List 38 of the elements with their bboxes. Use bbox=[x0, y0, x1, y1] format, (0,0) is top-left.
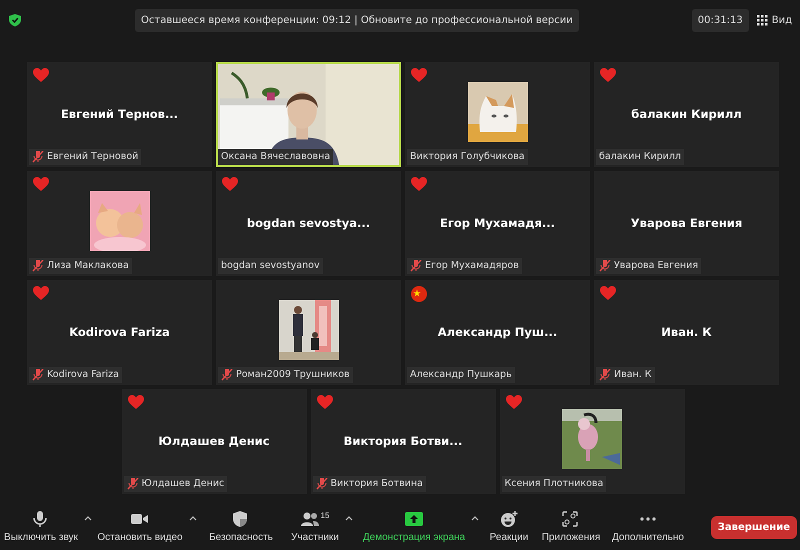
view-button[interactable]: Вид bbox=[756, 12, 792, 28]
name-label: bogdan sevostyanov bbox=[218, 258, 323, 274]
notice-banner: Оставшееся время конференции: 09:12 | Обновите до профессиональной версии bbox=[135, 8, 579, 32]
name-label: Виктория Ботвина bbox=[312, 476, 426, 492]
participant-count: 15 bbox=[320, 510, 330, 520]
name-label: Евгений Терновой bbox=[29, 148, 142, 165]
participant-name: Уварова Евгения bbox=[630, 214, 742, 232]
name-label: Уварова Евгения bbox=[596, 258, 702, 274]
name-label: балакин Кирилл bbox=[596, 148, 684, 165]
participant-name: Александр Пуш... bbox=[438, 324, 558, 341]
participant-name: Иван. К bbox=[661, 324, 712, 341]
name-label: Александр Пушкарь bbox=[407, 366, 515, 383]
participant-name: Kodirova Fariza bbox=[69, 324, 170, 341]
toolbar-button[interactable]: Приложения bbox=[542, 510, 600, 544]
name-label: Иван. К bbox=[596, 366, 655, 383]
participant-name: Евгений Тернов... bbox=[60, 106, 178, 123]
name-label: Оксана Вячеславовна bbox=[218, 148, 334, 165]
toolbar-button[interactable]: 15 Участники bbox=[291, 510, 339, 544]
name-label: Ксения Плотникова bbox=[502, 476, 606, 492]
toolbar-button[interactable]: Безопасность bbox=[209, 510, 273, 544]
toolbar-button[interactable]: Реакции bbox=[490, 510, 528, 544]
name-label: Егор Мухамадяров bbox=[407, 258, 522, 274]
participant-name: Юлдашев Денис bbox=[158, 432, 270, 450]
name-label: Kodirova Fariza bbox=[29, 366, 122, 383]
end-button[interactable]: Завершение bbox=[710, 516, 797, 539]
toolbar-button[interactable]: Остановить видео bbox=[97, 510, 183, 544]
name-label: Роман2009 Трушников bbox=[218, 366, 353, 383]
name-label: Лиза Маклакова bbox=[29, 258, 132, 274]
meeting-timer: 00:31:13 bbox=[692, 8, 749, 32]
participant-name: Егор Мухамадя... bbox=[440, 214, 556, 232]
name-label: Юлдашев Денис bbox=[124, 476, 228, 492]
name-label: Виктория Голубчикова bbox=[407, 148, 528, 165]
participant-name: балакин Кирилл bbox=[631, 106, 742, 123]
participant-name: bogdan sevostya... bbox=[246, 214, 370, 232]
toolbar-button[interactable]: Демонстрация экрана bbox=[362, 510, 466, 544]
toolbar-button[interactable]: Выключить звук bbox=[4, 510, 78, 544]
participant-name: Виктория Ботви... bbox=[344, 432, 462, 450]
toolbar-button[interactable]: Дополнительно bbox=[612, 510, 684, 544]
